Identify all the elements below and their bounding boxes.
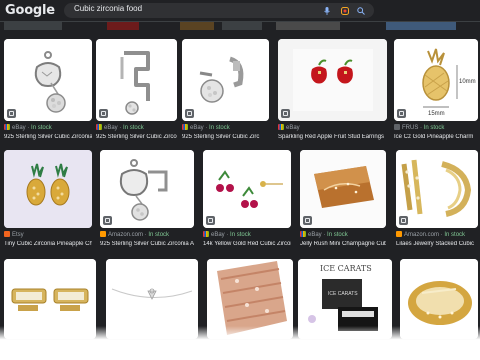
- huggie-earring-image: [182, 39, 269, 121]
- result-title[interactable]: Tiny Cubic Zirconia Pineapple Charm Gold: [4, 241, 92, 247]
- result-card[interactable]: eBay · In stock Jelly Rush Mini Champagn…: [300, 150, 386, 252]
- pineapple-charm-image: 10mm 15mm: [394, 39, 478, 121]
- previous-result-strip: [222, 22, 262, 30]
- result-title[interactable]: Lilaes Jewelry Stacked Cubic: [396, 241, 478, 247]
- ice-carats-brand-text: ICE CARATS: [320, 264, 372, 273]
- store-favicon-icon: [394, 124, 400, 130]
- result-title[interactable]: 925 Sterling Silver Cubic Zirconia Apple…: [100, 241, 194, 247]
- result-title[interactable]: Jelly Rush Mini Champagne Cube: [300, 241, 386, 247]
- google-logo[interactable]: Google: [5, 3, 55, 18]
- result-image[interactable]: [396, 150, 478, 228]
- width-dimension-label: 15mm: [428, 111, 445, 117]
- result-card[interactable]: eBay · In stock 925 Sterling Silver Cubi…: [182, 39, 269, 145]
- previous-result-strip: [107, 22, 139, 30]
- shopping-tag-icon: [281, 109, 290, 118]
- result-source: Etsy: [4, 231, 24, 238]
- ebay-favicon-icon: [300, 231, 306, 237]
- result-image[interactable]: [4, 150, 92, 228]
- shopping-tag-icon: [99, 109, 108, 118]
- result-title[interactable]: 925 Sterling Silver Cubic Zirc: [182, 134, 269, 140]
- etsy-favicon-icon: [4, 231, 10, 237]
- result-image[interactable]: [300, 150, 386, 228]
- search-query[interactable]: Cubic zirconia food: [74, 4, 142, 13]
- previous-result-strip: [180, 22, 214, 30]
- search-box[interactable]: Cubic zirconia food: [64, 3, 374, 18]
- apple-earring-image: [4, 39, 92, 121]
- result-title[interactable]: 14k Yellow Gold Red Cubic Zirconia: [203, 241, 291, 247]
- shopping-tag-icon: [7, 109, 16, 118]
- apple-stud-earrings-image: [278, 39, 387, 121]
- result-title[interactable]: Ice Cz Gold Pineapple Charm: [394, 134, 478, 140]
- amber-cube-image: [300, 150, 386, 228]
- result-card[interactable]: 10mm 15mm FRUS · In stock Ice Cz Gold Pi…: [394, 39, 478, 145]
- result-card[interactable]: Amazon.com · In stock Lilaes Jewelry Sta…: [396, 150, 478, 252]
- result-source: Amazon.com · In stock: [396, 231, 465, 238]
- ebay-favicon-icon: [4, 124, 10, 130]
- result-image[interactable]: [182, 39, 269, 121]
- ear-cuff-image: [96, 39, 177, 121]
- search-icon[interactable]: [354, 3, 368, 18]
- shopping-tag-icon: [303, 216, 312, 225]
- previous-result-strip: [4, 22, 62, 30]
- pineapple-earrings-image: [4, 150, 92, 228]
- result-card[interactable]: eBay · In stock 925 Sterling Silver Cubi…: [4, 39, 92, 145]
- result-title[interactable]: 925 Sterling Silver Cubic Zirconia Fruit: [96, 134, 177, 140]
- result-source: eBay · In stock: [203, 231, 251, 238]
- result-source: FRUS · In stock: [394, 124, 444, 131]
- top-bar: Google Cubic zirconia food: [0, 0, 480, 21]
- shopping-tag-icon: [397, 109, 406, 118]
- amazon-favicon-icon: [396, 231, 402, 237]
- previous-result-strip: [386, 22, 456, 30]
- result-image[interactable]: [278, 39, 387, 121]
- result-image[interactable]: [203, 150, 291, 228]
- box-brand-label: ICE CARATS: [328, 291, 358, 297]
- stacked-rings-image: [396, 150, 478, 228]
- result-image[interactable]: [96, 39, 177, 121]
- result-card[interactable]: eBay Sparkling Red Apple Fruit Stud Earr…: [278, 39, 387, 145]
- search-results-page: Google Cubic zirconia food eBay · In sto…: [0, 0, 480, 360]
- result-card[interactable]: Etsy Tiny Cubic Zirconia Pineapple Charm…: [4, 150, 92, 252]
- ebay-favicon-icon: [182, 124, 188, 130]
- result-card[interactable]: Amazon.com · In stock 925 Sterling Silve…: [100, 150, 194, 252]
- shopping-tag-icon: [185, 109, 194, 118]
- google-lens-icon[interactable]: [338, 3, 352, 18]
- shopping-tag-icon: [399, 216, 408, 225]
- ebay-favicon-icon: [203, 231, 209, 237]
- previous-result-strip: [276, 22, 340, 30]
- result-image[interactable]: [4, 39, 92, 121]
- shopping-tag-icon: [103, 216, 112, 225]
- result-title[interactable]: Sparkling Red Apple Fruit Stud Earrings: [278, 134, 387, 140]
- result-card[interactable]: eBay · In stock 14k Yellow Gold Red Cubi…: [203, 150, 291, 252]
- ebay-favicon-icon: [278, 124, 284, 130]
- result-image[interactable]: 10mm 15mm: [394, 39, 478, 121]
- ebay-favicon-icon: [96, 124, 102, 130]
- result-image[interactable]: [100, 150, 194, 228]
- result-title[interactable]: 925 Sterling Silver Cubic Zirconia Apple: [4, 134, 92, 140]
- result-source: eBay · In stock: [300, 231, 348, 238]
- bottom-fade: [0, 326, 480, 360]
- result-source: eBay · In stock: [182, 124, 230, 131]
- result-source: Amazon.com · In stock: [100, 231, 169, 238]
- result-source: eBay · In stock: [4, 124, 52, 131]
- result-source: eBay · In stock: [96, 124, 144, 131]
- amazon-favicon-icon: [100, 231, 106, 237]
- result-card[interactable]: eBay · In stock 925 Sterling Silver Cubi…: [96, 39, 177, 145]
- cherry-earrings-image: [203, 150, 291, 228]
- height-dimension-label: 10mm: [459, 79, 476, 85]
- result-source: eBay: [278, 124, 300, 131]
- microphone-icon[interactable]: [320, 3, 334, 18]
- apple-ear-crawler-image: [100, 150, 194, 228]
- shopping-tag-icon: [206, 216, 215, 225]
